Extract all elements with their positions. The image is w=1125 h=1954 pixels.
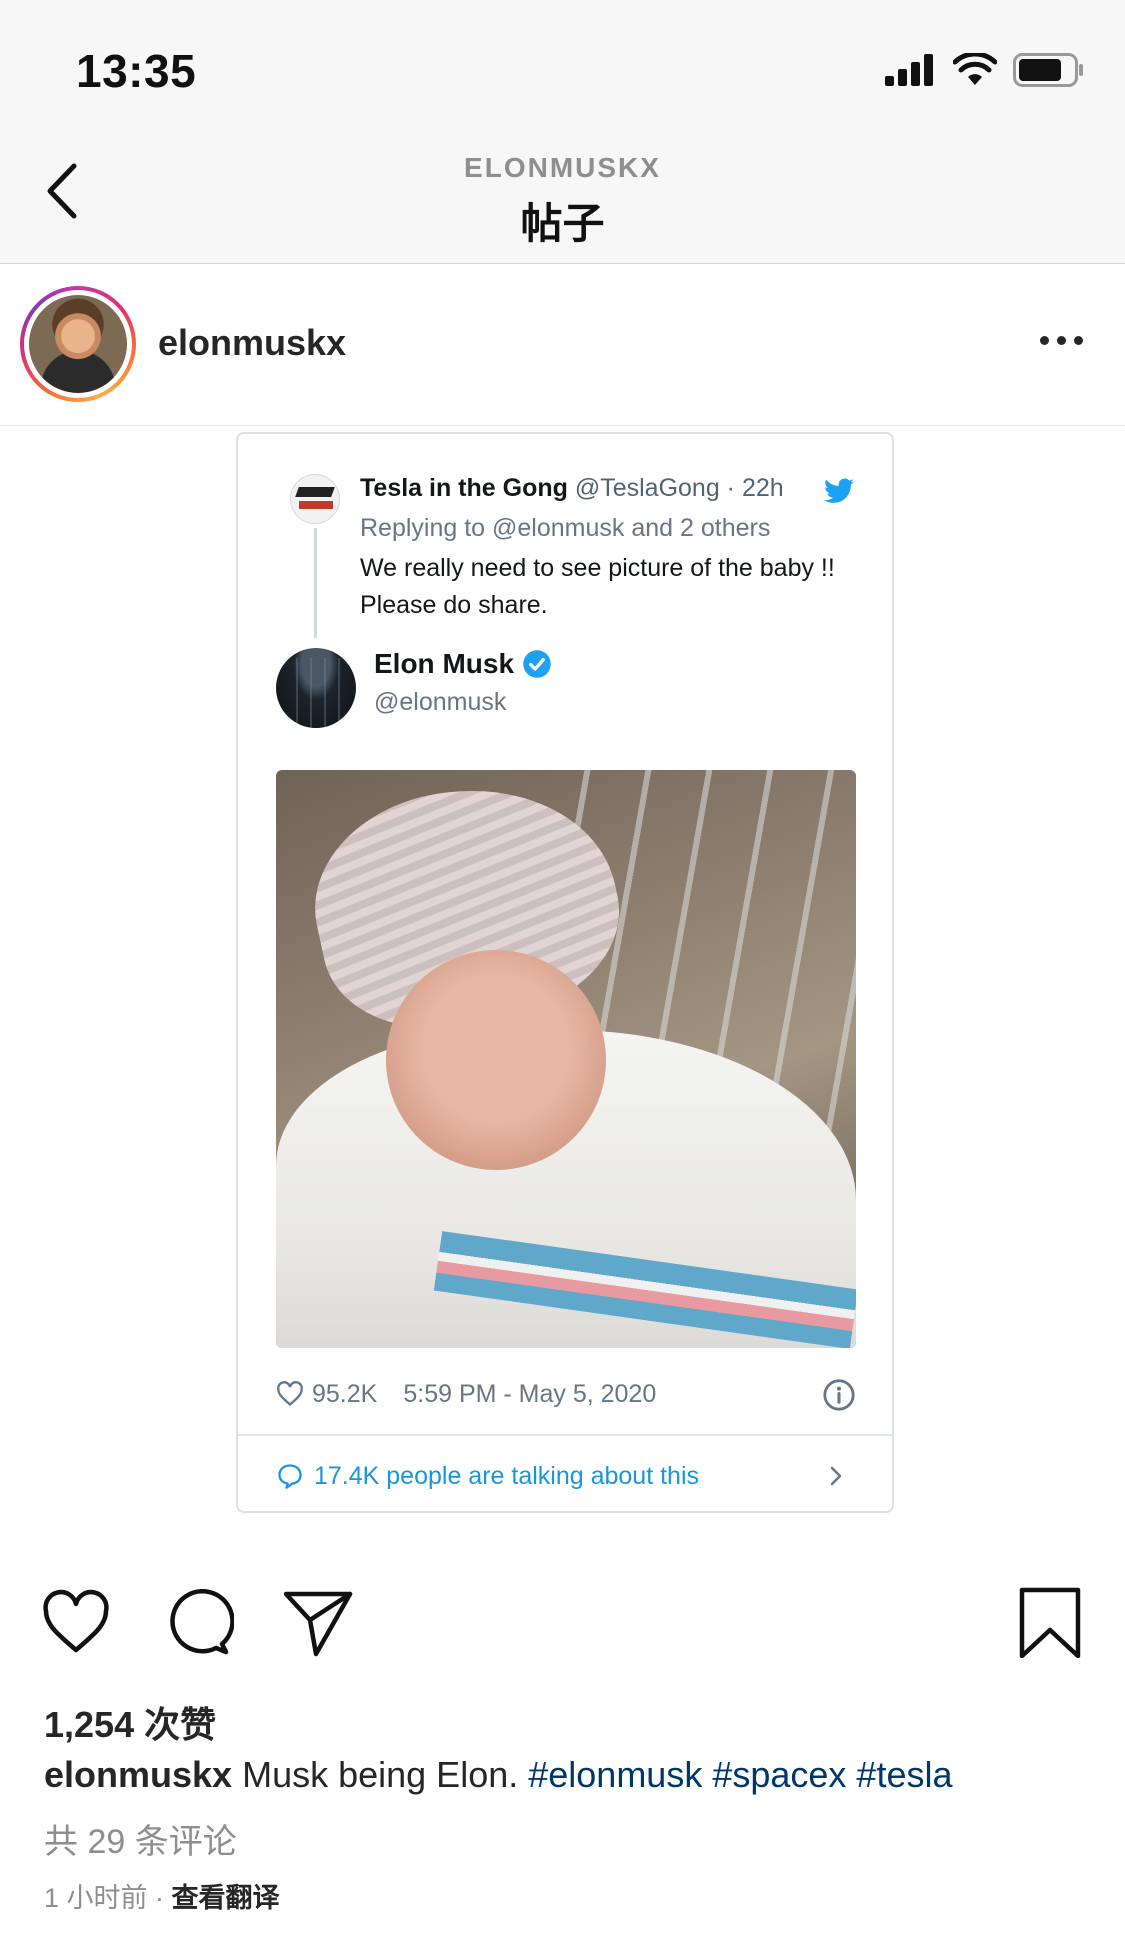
avatar[interactable] [20,286,136,402]
reply-text: We really need to see picture of the bab… [360,554,835,619]
reply-name: Tesla in the Gong [360,474,568,502]
talking-text: 17.4K people are talking about this [314,1461,699,1490]
avatar-image [29,295,127,393]
caption: elonmuskx Musk being Elon. #elonmusk #sp… [44,1754,1104,1796]
reply-replying-to: Replying to @elonmusk and 2 others [360,514,771,542]
caption-hashtags[interactable]: #elonmusk #spacex #tesla [528,1754,952,1795]
post-time: 1 小时前 · 查看翻译 [44,1876,280,1915]
tweet-meta: 95.2K 5:59 PM - May 5, 2020 [276,1374,856,1414]
tweet-divider [238,1434,892,1436]
translate-link[interactable]: 查看翻译 [172,1883,280,1913]
top-bar: 13:35 ELONMUSKX 帖子 [0,0,1125,264]
post-time-text: 1 小时前 · [44,1883,172,1913]
heart-icon [277,1381,303,1407]
post-username[interactable]: elonmuskx [158,322,346,364]
signal-icon [885,54,933,86]
info-icon [823,1379,855,1411]
bookmark-icon[interactable] [1014,1586,1086,1658]
twitter-bird-icon [824,478,854,503]
nav-subtitle: ELONMUSKX [464,152,661,183]
chevron-right-icon [830,1466,842,1486]
status-time: 13:35 [76,45,197,97]
author-name-row: Elon Musk [374,648,552,680]
caption-username[interactable]: elonmuskx [44,1754,232,1795]
tweet-likes: 95.2K [312,1379,378,1408]
verified-icon [523,650,551,678]
tweet-card: Tesla in the Gong @TeslaGong · 22h Reply… [236,432,894,1513]
reply-handle-time: @TeslaGong · 22h [574,474,784,502]
status-icons [885,52,1085,88]
page-title: 帖子 [520,200,605,247]
talking-link: 17.4K people are talking about this [276,1456,856,1496]
post-header: elonmuskx [0,264,1125,426]
view-comments-link[interactable]: 共 29 条评论 [44,1814,237,1863]
tweet-photo[interactable] [276,770,856,1348]
tweet-timestamp: 5:59 PM - May 5, 2020 [403,1379,657,1408]
wifi-icon [953,53,997,85]
reply-avatar [290,474,340,524]
battery-icon [1013,53,1083,87]
heart-icon[interactable] [40,1586,112,1658]
author-name: Elon Musk [374,648,515,679]
share-icon[interactable] [282,1586,354,1658]
comment-icon[interactable] [162,1586,234,1658]
comment-bubble-icon [278,1464,302,1489]
likes-count[interactable]: 1,254 次赞 [44,1696,216,1748]
caption-text: Musk being Elon. [232,1754,529,1795]
author-avatar [276,648,356,728]
reply-header: Tesla in the Gong @TeslaGong · 22h [360,474,784,503]
thread-line [314,528,317,638]
more-icon[interactable] [1040,336,1083,345]
author-handle: @elonmusk [374,688,507,716]
action-bar [0,1586,1125,1666]
